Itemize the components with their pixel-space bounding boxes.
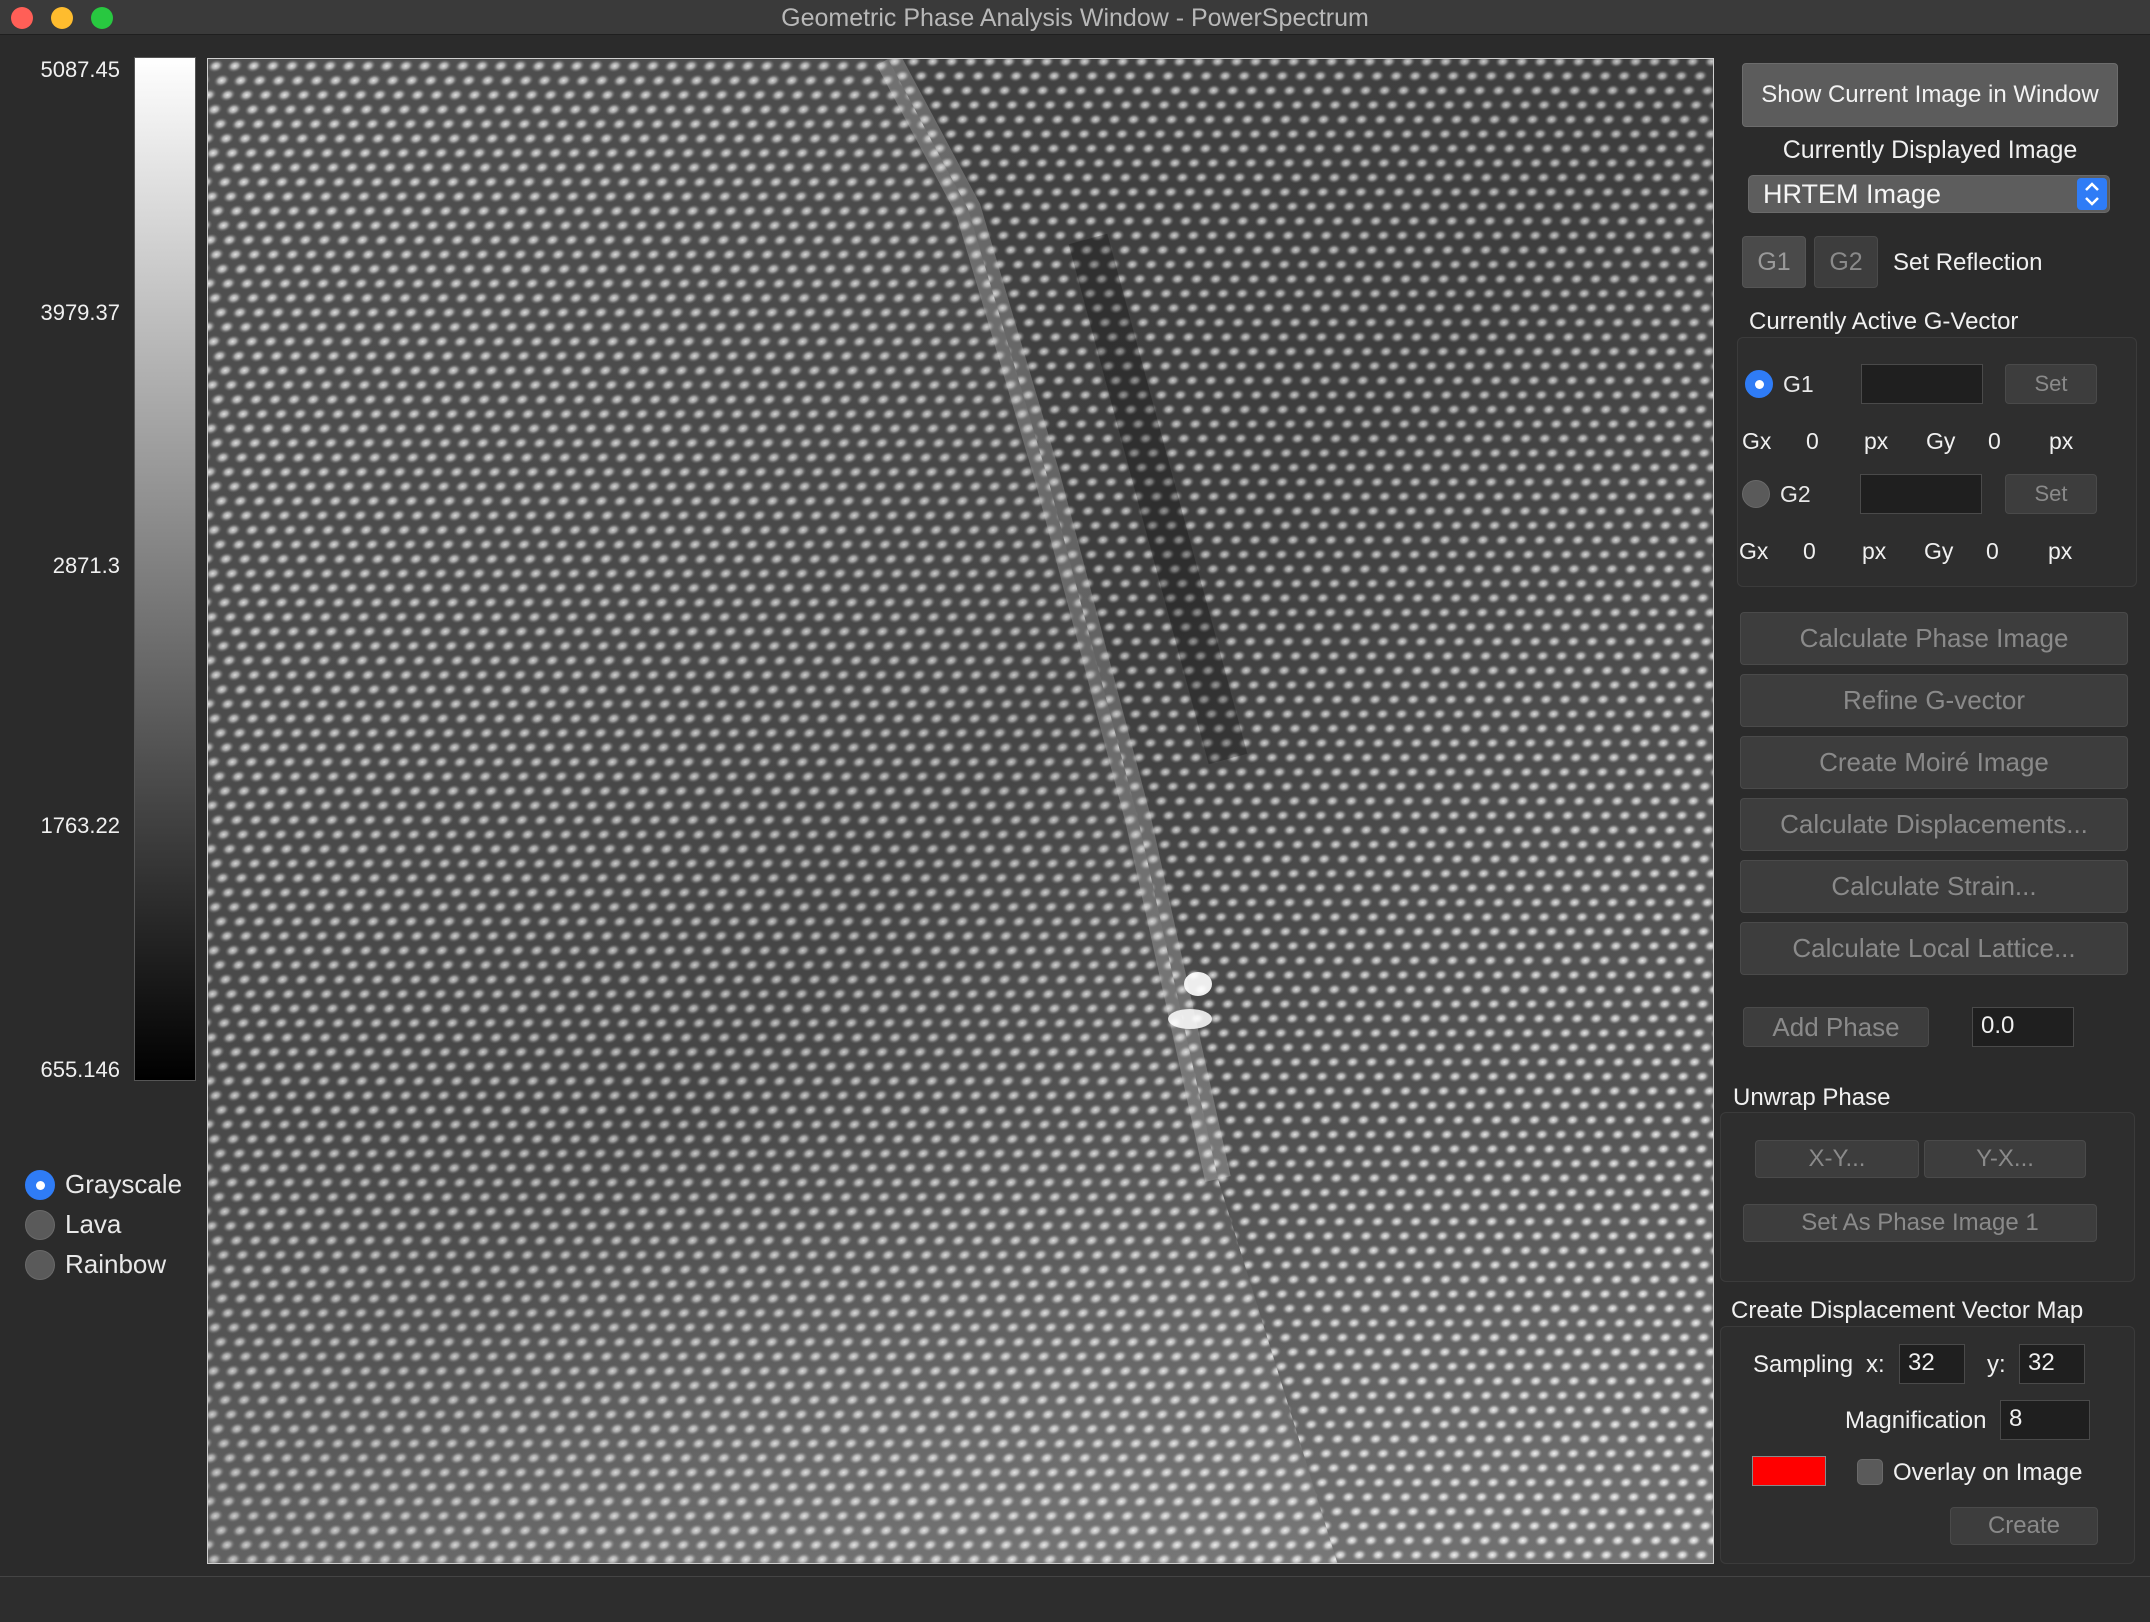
- colorbar-label-2: 3979.37: [40, 300, 120, 325]
- radio-unselected-icon: [25, 1249, 55, 1280]
- displacement-map-heading: Create Displacement Vector Map: [1731, 1297, 2084, 1324]
- radio-unselected-icon: [25, 1209, 55, 1240]
- add-phase-button[interactable]: Add Phase: [1743, 1007, 1929, 1047]
- calculate-strain-button[interactable]: Calculate Strain...: [1740, 860, 2128, 913]
- set-reflection-label: Set Reflection: [1893, 249, 2043, 276]
- add-phase-input[interactable]: 0.0: [1972, 1007, 2074, 1047]
- g2-gy-unit: px: [2048, 538, 2073, 564]
- g2-gx-value: 0: [1803, 538, 1816, 564]
- radio-unselected-icon: [1742, 480, 1770, 508]
- refine-gvector-button[interactable]: Refine G-vector: [1740, 674, 2128, 727]
- hrtem-lattice-image: [208, 59, 1713, 1563]
- g1-gy-unit: px: [2049, 428, 2074, 454]
- g2-name-field[interactable]: [1860, 474, 1982, 514]
- colorbar-label-min: 655.146: [40, 1057, 120, 1082]
- gvector-g1-radio[interactable]: G1: [1745, 370, 1814, 398]
- sampling-x-label: x:: [1866, 1351, 1885, 1378]
- unwrap-yx-button[interactable]: Y-X...: [1924, 1140, 2086, 1178]
- colormap-option-label: Grayscale: [65, 1169, 183, 1199]
- displayed-image-select[interactable]: HRTEM Image: [1748, 175, 2110, 213]
- g2-gy-label: Gy: [1924, 538, 1954, 564]
- colormap-option-label: Lava: [65, 1209, 122, 1239]
- g1-gy-value: 0: [1988, 428, 2001, 454]
- status-bar: [0, 1576, 2150, 1622]
- colorbar-label-max: 5087.45: [40, 57, 120, 82]
- magnification-label: Magnification: [1845, 1407, 1987, 1434]
- displayed-image-value: HRTEM Image: [1763, 178, 1942, 209]
- sampling-label: Sampling: [1753, 1351, 1854, 1378]
- g1-gy-label: Gy: [1926, 428, 1956, 454]
- set-reflection-g1-button[interactable]: G1: [1742, 236, 1806, 288]
- active-gvector-heading: Currently Active G-Vector: [1749, 308, 2019, 335]
- gvector-g2-label: G2: [1780, 480, 1811, 507]
- chevron-up-down-icon: [2077, 178, 2107, 210]
- show-current-image-button[interactable]: Show Current Image in Window: [1742, 63, 2118, 127]
- radio-selected-icon: [1745, 370, 1773, 398]
- gvector-g2-radio[interactable]: G2: [1742, 480, 1811, 508]
- hrtem-image-view[interactable]: [207, 58, 1714, 1564]
- g1-gx-label: Gx: [1742, 428, 1772, 454]
- create-moire-image-button[interactable]: Create Moiré Image: [1740, 736, 2128, 789]
- calculate-local-lattice-button[interactable]: Calculate Local Lattice...: [1740, 922, 2128, 975]
- g2-gy-value: 0: [1986, 538, 1999, 564]
- colormap-option-label: Rainbow: [65, 1249, 167, 1279]
- unwrap-phase-group: [1720, 1112, 2135, 1282]
- colorbar-label-3: 2871.3: [52, 553, 120, 578]
- overlay-on-image-checkbox[interactable]: [1857, 1459, 1883, 1485]
- overlay-on-image-label: Overlay on Image: [1893, 1459, 2083, 1486]
- sampling-y-input[interactable]: 32: [2019, 1344, 2085, 1384]
- calculate-displacements-button[interactable]: Calculate Displacements...: [1740, 798, 2128, 851]
- create-displacement-map-button[interactable]: Create: [1950, 1507, 2098, 1545]
- colorbar: [134, 57, 196, 1081]
- colormap-option-rainbow[interactable]: Rainbow: [25, 1249, 166, 1280]
- colorbar-label-4: 1763.22: [40, 813, 120, 838]
- g1-name-field[interactable]: [1861, 364, 1983, 404]
- magnification-input[interactable]: 8: [2000, 1400, 2090, 1440]
- g1-gx-unit: px: [1864, 428, 1889, 454]
- g2-set-button[interactable]: Set: [2005, 474, 2097, 514]
- displayed-image-label: Currently Displayed Image: [1782, 136, 2078, 164]
- sampling-y-label: y:: [1987, 1351, 2006, 1378]
- unwrap-phase-heading: Unwrap Phase: [1733, 1084, 1891, 1111]
- sampling-x-input[interactable]: 32: [1899, 1344, 1965, 1384]
- g1-set-button[interactable]: Set: [2005, 364, 2097, 404]
- title-bar: Geometric Phase Analysis Window - PowerS…: [0, 0, 2150, 35]
- set-as-phase-image-button[interactable]: Set As Phase Image 1: [1743, 1204, 2097, 1242]
- set-reflection-g2-button[interactable]: G2: [1814, 236, 1878, 288]
- g2-gx-label: Gx: [1739, 538, 1769, 564]
- window-title: Geometric Phase Analysis Window - PowerS…: [781, 4, 1369, 32]
- g2-gx-unit: px: [1862, 538, 1887, 564]
- gvector-g1-label: G1: [1783, 370, 1814, 397]
- colormap-option-grayscale[interactable]: Grayscale: [25, 1169, 182, 1200]
- calculate-phase-image-button[interactable]: Calculate Phase Image: [1740, 612, 2128, 665]
- colormap-option-lava[interactable]: Lava: [25, 1209, 121, 1240]
- vector-color-swatch[interactable]: [1752, 1456, 1826, 1486]
- radio-selected-icon: [25, 1169, 55, 1200]
- unwrap-xy-button[interactable]: X-Y...: [1755, 1140, 1919, 1178]
- g1-gx-value: 0: [1806, 428, 1819, 454]
